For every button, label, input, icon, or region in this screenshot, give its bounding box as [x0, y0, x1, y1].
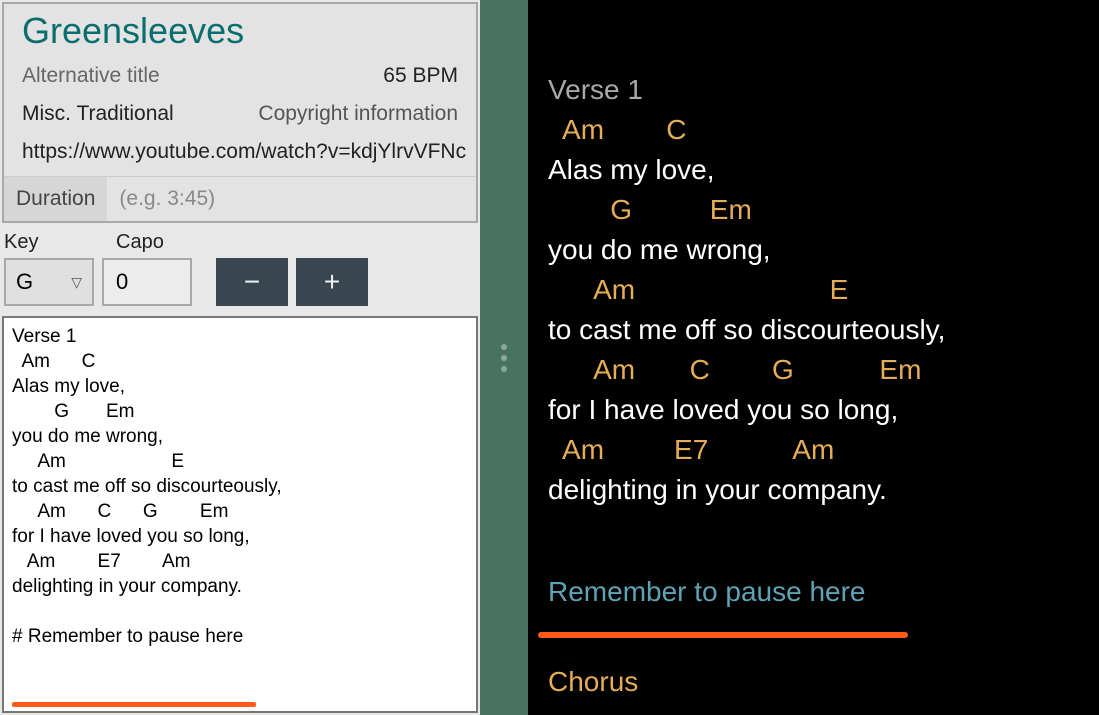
duration-field[interactable]: (e.g. 3:45): [107, 177, 227, 221]
chord-line: G Em: [548, 190, 1079, 230]
chord-line: Am E: [548, 270, 1079, 310]
chord-line: Am E7 Am: [548, 430, 1079, 470]
lyrics-editor[interactable]: [4, 318, 476, 711]
section-label: Verse 1: [548, 70, 1079, 110]
section-label: Chorus: [548, 662, 1079, 702]
transpose-up-button[interactable]: +: [296, 258, 368, 306]
artist-field[interactable]: Misc. Traditional: [22, 102, 238, 126]
chevron-down-icon: ▽: [71, 274, 82, 291]
lyric-line: delighting in your company.: [548, 470, 1079, 510]
song-title[interactable]: Greensleeves: [4, 4, 476, 60]
lyric-line: you do me wrong,: [548, 230, 1079, 270]
comment-line: Remember to pause here: [548, 572, 1079, 612]
lyric-line: Alas my love,: [548, 150, 1079, 190]
chord-line: Am C: [548, 110, 1079, 150]
chord-line: Am C G Em: [548, 350, 1079, 390]
lyric-line: for I have loved you so long,: [548, 390, 1079, 430]
bpm-field[interactable]: 65 BPM: [383, 64, 458, 88]
splitter-handle[interactable]: [480, 0, 528, 715]
highlight-underline-icon: [12, 702, 256, 707]
key-label: Key: [4, 231, 96, 254]
duration-row: Duration (e.g. 3:45): [4, 176, 476, 221]
key-value: G: [16, 269, 33, 295]
url-field[interactable]: https://www.youtube.com/watch?v=kdjYlrvV…: [4, 136, 476, 176]
capo-value: 0: [116, 269, 128, 295]
capo-input[interactable]: 0: [102, 258, 192, 306]
transpose-down-button[interactable]: −: [216, 258, 288, 306]
key-select[interactable]: G ▽: [4, 258, 94, 306]
copyright-field[interactable]: Copyright information: [258, 102, 458, 126]
editor-container: [2, 316, 478, 713]
duration-label: Duration: [4, 177, 107, 221]
lyric-line: to cast me off so discourteously,: [548, 310, 1079, 350]
editor-panel: Greensleeves Alternative title 65 BPM Mi…: [0, 0, 480, 715]
highlight-underline-icon: [538, 632, 908, 638]
key-capo-labels: Key Capo: [0, 223, 480, 256]
alt-title-field[interactable]: Alternative title: [22, 64, 363, 88]
grip-dots-icon: [501, 344, 507, 372]
preview-panel: Verse 1 Am CAlas my love, G Emyou do me …: [528, 0, 1099, 715]
song-metadata-box: Greensleeves Alternative title 65 BPM Mi…: [2, 2, 478, 223]
key-capo-controls: G ▽ 0 − +: [0, 256, 480, 316]
capo-label: Capo: [116, 231, 164, 254]
